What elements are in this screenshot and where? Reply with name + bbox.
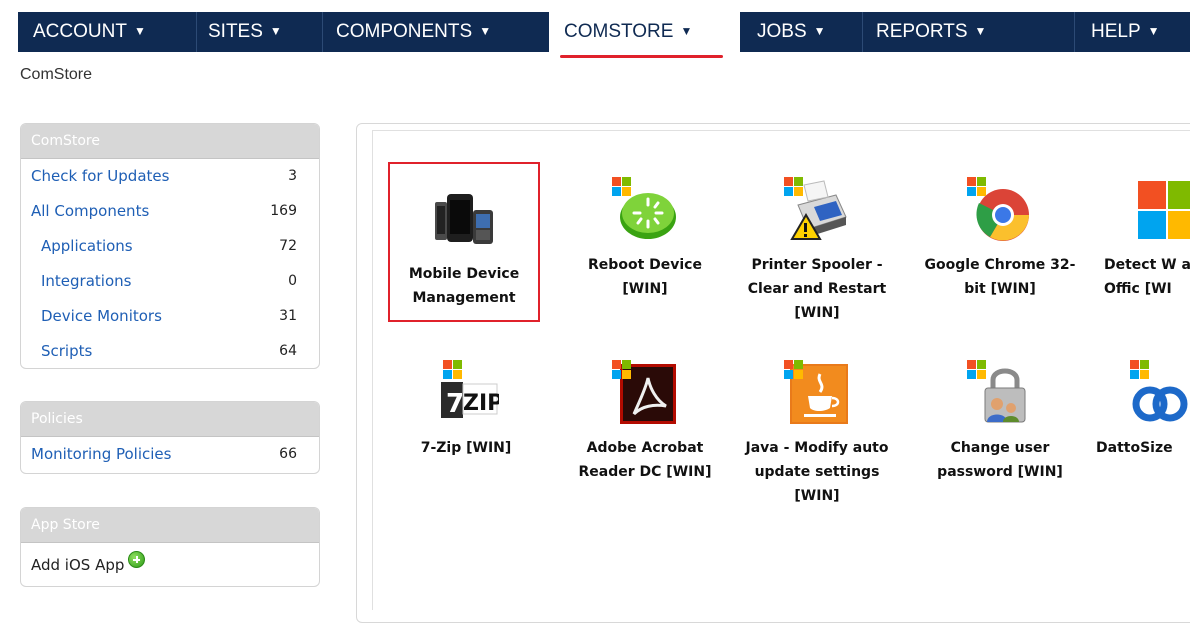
windows-logo-icon [1130,360,1150,380]
reboot-icon [612,177,678,243]
sidebar-item-label[interactable]: Scripts [41,342,92,360]
sidebar-item-integrations[interactable]: Integrations 0 [21,264,319,299]
component-tile[interactable]: Change user password [WIN] [924,360,1076,484]
nav-comstore-label: COMSTORE [564,21,674,42]
nav-account[interactable]: ACCOUNT ▼ [33,12,146,52]
nav-help[interactable]: HELP ▼ [1091,12,1160,52]
component-name: 7-Zip [WIN] [420,440,512,456]
component-tile[interactable]: Detect W and Offic [WI [1083,177,1190,301]
sidebar-item-all-components[interactable]: All Components 169 [21,194,319,229]
nav-components-label: COMPONENTS [336,21,473,42]
component-name: Java - Modify auto update settings [WIN] [745,440,889,504]
nav-jobs[interactable]: JOBS ▼ [757,12,826,52]
component-tile[interactable]: DattoSize [1090,360,1190,460]
nav-sites-label: SITES [208,21,263,42]
policies-panel-title: Policies [21,402,319,437]
windows-logo-icon [784,360,804,380]
sidebar-item-count: 64 [279,343,297,359]
mobile-devices-icon [431,186,497,252]
chrome-icon [967,177,1033,243]
chevron-down-icon: ▼ [680,24,693,38]
acrobat-icon [612,360,678,426]
sidebar-item-add-ios-app[interactable]: Add iOS App [21,543,319,586]
sidebar-item-count: 31 [279,308,297,324]
sidebar-item-scripts[interactable]: Scripts 64 [21,334,319,368]
nav-divider [322,12,323,52]
nav-sites[interactable]: SITES ▼ [208,12,282,52]
windows-logo-icon [784,177,804,197]
component-name: Printer Spooler - Clear and Restart [WIN… [747,257,887,321]
component-tile[interactable]: Mobile Device Management [388,162,540,322]
nav-comstore[interactable]: COMSTORE ▼ [549,12,740,52]
sidebar-item-count: 3 [288,168,297,184]
comstore-panel: ComStore Check for Updates 3 All Compone… [20,123,320,369]
component-tile[interactable]: Java - Modify auto update settings [WIN] [741,360,893,508]
component-name: Reboot Device [WIN] [588,257,702,297]
nav-divider [1074,12,1075,52]
component-name: Detect W and Offic [WI [1104,257,1190,297]
chevron-down-icon: ▼ [479,24,492,38]
comstore-panel-title: ComStore [21,124,319,159]
sidebar-item-label[interactable]: Applications [41,237,133,255]
sidebar-item-label[interactable]: Monitoring Policies [31,445,171,463]
sidebar-item-label[interactable]: Integrations [41,272,131,290]
nav-jobs-label: JOBS [757,21,807,42]
datto-icon [1130,360,1190,426]
component-name: Mobile Device Management [408,266,520,306]
sidebar-item-label[interactable]: Device Monitors [41,307,162,325]
zip-glyph: ZIP [463,391,499,416]
sidebar-item-label[interactable]: Add iOS App [31,556,124,574]
nav-reports[interactable]: REPORTS ▼ [876,12,986,52]
component-name: Adobe Acrobat Reader DC [WIN] [578,440,712,480]
active-tab-underline [560,55,723,58]
sidebar-item-device-monitors[interactable]: Device Monitors 31 [21,299,319,334]
appstore-panel-title: App Store [21,508,319,543]
appstore-panel: App Store Add iOS App [20,507,320,587]
windows-logo-icon [612,177,632,197]
windows-logo-icon [967,360,987,380]
component-name: Change user password [WIN] [937,440,1063,480]
sidebar-item-label[interactable]: All Components [31,202,149,220]
sidebar-item-count: 72 [279,238,297,254]
nav-divider [862,12,863,52]
nav-divider [196,12,197,52]
nav-components[interactable]: COMPONENTS ▼ [336,12,491,52]
printer-warning-icon [784,177,850,243]
component-name: DattoSize [1096,440,1173,456]
component-tile[interactable]: Reboot Device [WIN] [569,177,721,301]
sidebar-item-monitoring-policies[interactable]: Monitoring Policies 66 [21,437,319,472]
sidebar-item-applications[interactable]: Applications 72 [21,229,319,264]
sidebar-item-count: 0 [288,273,297,289]
windows-logo-icon [967,177,987,197]
chevron-down-icon: ▼ [269,24,282,38]
sidebar-item-count: 66 [279,446,297,462]
component-tile[interactable]: Google Chrome 32-bit [WIN] [924,177,1076,301]
seven-glyph: 7 [446,389,464,419]
add-circle-icon[interactable] [128,551,146,568]
chevron-down-icon: ▼ [133,24,146,38]
policies-panel: Policies Monitoring Policies 66 [20,401,320,474]
java-icon [784,360,850,426]
component-tile[interactable]: 7 ZIP 7-Zip [WIN] [390,360,542,460]
lock-user-icon [967,360,1033,426]
chevron-down-icon: ▼ [813,24,826,38]
nav-account-label: ACCOUNT [33,21,127,42]
breadcrumb: ComStore [20,66,93,83]
component-tile[interactable]: Adobe Acrobat Reader DC [WIN] [569,360,721,484]
windows-logo-icon [612,360,632,380]
component-name: Google Chrome 32-bit [WIN] [924,257,1076,297]
nav-help-label: HELP [1091,21,1141,42]
sidebar-item-label[interactable]: Check for Updates [31,167,169,185]
nav-reports-label: REPORTS [876,21,968,42]
sidebar-item-check-updates[interactable]: Check for Updates 3 [21,159,319,194]
chevron-down-icon: ▼ [1147,24,1160,38]
windows-office-icon [1138,177,1190,243]
7zip-icon: 7 ZIP [433,360,503,426]
chevron-down-icon: ▼ [974,24,987,38]
component-tile[interactable]: Printer Spooler - Clear and Restart [WIN… [741,177,893,325]
sidebar-item-count: 169 [270,203,297,219]
windows-logo-icon [443,360,463,380]
